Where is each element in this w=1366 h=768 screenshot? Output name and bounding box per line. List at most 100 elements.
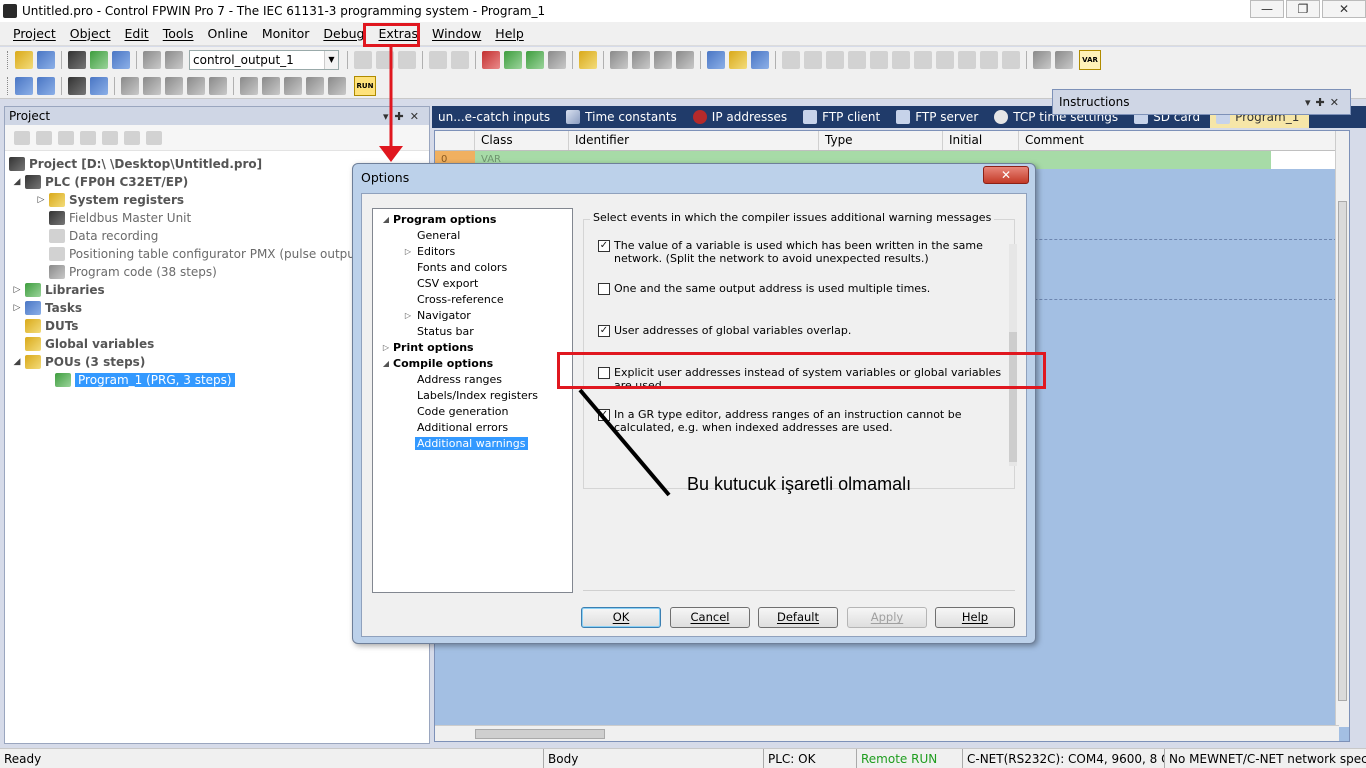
options-tree-item[interactable]: ◢ Program options	[373, 211, 572, 227]
apply-button[interactable]: Apply	[847, 607, 927, 628]
options-tree-item[interactable]: Status bar	[373, 323, 572, 339]
horizontal-scrollbar[interactable]	[435, 725, 1339, 741]
tree-tool-icon[interactable]	[14, 130, 30, 145]
options-tree-item[interactable]: Labels/Index registers	[373, 387, 572, 403]
expander-icon[interactable]: ◢	[11, 177, 23, 187]
cancel-button[interactable]: Cancel	[670, 607, 750, 628]
options-tree-item[interactable]: ▷ Editors	[373, 243, 572, 259]
checkbox-unchecked[interactable]	[598, 283, 610, 295]
warning-option-same-network[interactable]: ✓ The value of a variable is used which …	[598, 239, 1003, 265]
jump-icon[interactable]	[980, 51, 998, 69]
expander-icon[interactable]: ◢	[11, 357, 23, 367]
options-tree-item[interactable]: ▷ Print options	[373, 339, 572, 355]
options-tree-item[interactable]: Code generation	[373, 403, 572, 419]
options-tree-item[interactable]: ▷ Navigator	[373, 307, 572, 323]
menu-help[interactable]: Help	[488, 22, 531, 46]
breakpoint-icon[interactable]	[121, 76, 139, 95]
offline-mode-icon[interactable]	[37, 76, 55, 95]
checkbox-checked[interactable]: ✓	[598, 409, 610, 421]
step-over-icon[interactable]	[187, 76, 205, 95]
monitor-icon[interactable]	[579, 51, 597, 69]
undo-icon[interactable]	[429, 51, 447, 69]
delete-column-icon[interactable]	[676, 51, 694, 69]
checkbox-checked[interactable]: ✓	[598, 240, 610, 252]
check-icon[interactable]	[482, 51, 500, 69]
negated-coil-icon[interactable]	[870, 51, 888, 69]
column-initial[interactable]: Initial	[943, 131, 1019, 150]
pin-icon[interactable]: ▾✚✕	[383, 110, 425, 123]
options-tree-item[interactable]: CSV export	[373, 275, 572, 291]
set-coil-icon[interactable]	[892, 51, 910, 69]
column-comment[interactable]: Comment	[1019, 131, 1349, 150]
delete-row-icon[interactable]	[654, 51, 672, 69]
insert-column-icon[interactable]	[632, 51, 650, 69]
monitor-registers-icon[interactable]	[328, 76, 346, 95]
compile-icon[interactable]	[68, 51, 86, 69]
zoom-icon[interactable]	[751, 51, 769, 69]
tree-tool-icon[interactable]	[146, 130, 162, 145]
vertical-line-icon[interactable]	[1033, 51, 1051, 69]
tab-ftp-server[interactable]: FTP server	[890, 106, 988, 128]
tab-ip-addresses[interactable]: IP addresses	[687, 106, 797, 128]
pou-selector[interactable]: control_output_1 ▼	[189, 50, 339, 70]
upload-program-icon[interactable]	[90, 76, 108, 95]
tree-tool-icon[interactable]	[124, 130, 140, 145]
pin-icon[interactable]: ▾✚✕	[1305, 96, 1344, 109]
options-tree-item[interactable]: ◢ Compile options	[373, 355, 572, 371]
expander-icon[interactable]: ◢	[379, 215, 393, 224]
warning-option-global-overlap[interactable]: ✓ User addresses of global variables ove…	[598, 324, 1003, 337]
variable-icon[interactable]	[729, 51, 747, 69]
print-icon[interactable]	[165, 51, 183, 69]
warning-option-gr-address-ranges[interactable]: ✓ In a GR type editor, address ranges of…	[598, 408, 1003, 434]
redo-icon[interactable]	[451, 51, 469, 69]
expander-icon[interactable]: ▷	[35, 195, 47, 205]
menu-window[interactable]: Window	[425, 22, 488, 46]
tab-time-constants[interactable]: Time constants	[560, 106, 687, 128]
menu-project[interactable]: Project	[6, 22, 63, 46]
reset-coil-icon[interactable]	[914, 51, 932, 69]
column-identifier[interactable]: Identifier	[569, 131, 819, 150]
minimize-button[interactable]: —	[1250, 0, 1284, 18]
menu-online[interactable]: Online	[201, 22, 255, 46]
copy-icon[interactable]	[376, 51, 394, 69]
line-icon[interactable]	[782, 51, 800, 69]
function-block-icon[interactable]	[936, 51, 954, 69]
expander-icon[interactable]: ▷	[11, 285, 23, 295]
return-icon[interactable]	[1002, 51, 1020, 69]
open-folder-icon[interactable]	[15, 51, 33, 69]
var-icon[interactable]: VAR	[1079, 50, 1101, 70]
insert-row-icon[interactable]	[610, 51, 628, 69]
expander-icon[interactable]: ▷	[401, 311, 415, 320]
options-tree-item-selected[interactable]: Additional warnings	[373, 435, 572, 451]
print-preview-icon[interactable]	[143, 51, 161, 69]
download-icon[interactable]	[90, 51, 108, 69]
monitor-relay-icon[interactable]	[306, 76, 324, 95]
column-class[interactable]: Class	[475, 131, 569, 150]
ok-button[interactable]: OK	[581, 607, 661, 628]
chevron-down-icon[interactable]: ▼	[324, 51, 338, 69]
monitor-data-icon[interactable]	[284, 76, 302, 95]
download-program-icon[interactable]	[68, 76, 86, 95]
close-button[interactable]: ✕	[1322, 0, 1366, 18]
grid-icon[interactable]	[548, 51, 566, 69]
step-icon[interactable]	[143, 76, 161, 95]
maximize-button[interactable]: ❐	[1286, 0, 1320, 18]
help-button[interactable]: Help	[935, 607, 1015, 628]
rebuild-icon[interactable]	[526, 51, 544, 69]
save-icon[interactable]	[37, 51, 55, 69]
transfer-icon[interactable]	[112, 51, 130, 69]
warning-option-output-multiple[interactable]: One and the same output address is used …	[598, 282, 1003, 295]
options-tree-item[interactable]: General	[373, 227, 572, 243]
var-block-icon[interactable]	[958, 51, 976, 69]
coil-icon[interactable]	[848, 51, 866, 69]
menu-object[interactable]: Object	[63, 22, 118, 46]
close-icon[interactable]: ✕	[983, 166, 1029, 184]
options-tree-item[interactable]: Additional errors	[373, 419, 572, 435]
vertical-scrollbar[interactable]	[1335, 131, 1349, 727]
menu-edit[interactable]: Edit	[118, 22, 156, 46]
cut-icon[interactable]	[354, 51, 372, 69]
expander-icon[interactable]: ◢	[379, 359, 393, 368]
step-into-icon[interactable]	[209, 76, 227, 95]
tree-tool-icon[interactable]	[80, 130, 96, 145]
monitor-glasses-icon[interactable]	[240, 76, 258, 95]
